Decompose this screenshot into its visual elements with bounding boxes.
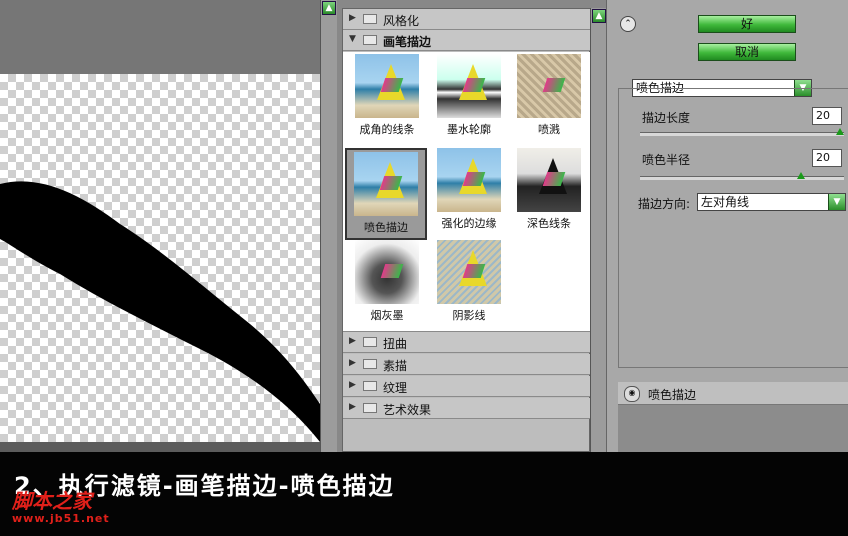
- thumb-label: 喷溅: [538, 123, 560, 136]
- folder-icon: [363, 14, 377, 24]
- scroll-up-icon[interactable]: ▲: [322, 1, 336, 15]
- collapse-arrow-icon: ▼: [349, 34, 356, 44]
- category-label: 画笔描边: [383, 35, 432, 49]
- thumb-sumi-e[interactable]: 烟灰墨: [347, 240, 427, 332]
- thumb-label: 墨水轮廓: [447, 123, 491, 136]
- watermark-title: 脚本之家: [12, 489, 92, 513]
- watermark-url: www.jb51.net: [12, 512, 110, 525]
- filter-options-group: [618, 88, 848, 368]
- thumb-label: 深色线条: [527, 217, 571, 230]
- preview-canvas[interactable]: [0, 74, 320, 442]
- site-watermark-logo: 脚本之家 www.jb51.net: [12, 490, 152, 530]
- spray-radius-slider-knob[interactable]: [796, 172, 805, 179]
- filter-list-scrollbar[interactable]: ▲: [590, 8, 607, 452]
- expand-arrow-icon: ▶: [349, 380, 356, 390]
- thumb-label: 阴影线: [452, 309, 486, 322]
- thumb-accented-edges[interactable]: 强化的边缘: [429, 148, 509, 240]
- folder-icon: [363, 337, 377, 347]
- brush-stroke-image: [0, 181, 320, 442]
- filter-list-panel: ▶ 风格化 ▼ 画笔描边 成角的线条 墨水轮廓 喷溅 喷色描边 强化的边缘 深色…: [342, 8, 590, 452]
- category-label: 纹理: [383, 381, 408, 395]
- expand-arrow-icon: ▶: [349, 336, 356, 346]
- filter-preview-image: [354, 152, 418, 216]
- filter-preview-image: [517, 54, 581, 118]
- spray-radius-input[interactable]: 20: [812, 149, 842, 167]
- chevron-down-icon: ▼: [828, 194, 845, 210]
- stroke-length-slider[interactable]: [640, 132, 844, 136]
- preview-gray-area: [0, 0, 320, 75]
- eye-icon[interactable]: ◉: [624, 386, 640, 402]
- category-brush-strokes[interactable]: ▼ 画笔描边: [343, 30, 590, 51]
- folder-icon: [363, 403, 377, 413]
- preview-scrollbar[interactable]: ▲: [320, 0, 337, 452]
- filter-thumbnails: 成角的线条 墨水轮廓 喷溅 喷色描边 强化的边缘 深色线条 烟灰墨 阴影线: [343, 52, 590, 332]
- category-distort[interactable]: ▶ 扭曲: [343, 332, 590, 353]
- expand-arrow-icon: ▶: [349, 402, 356, 412]
- category-label: 艺术效果: [383, 403, 432, 417]
- category-label: 素描: [383, 359, 408, 373]
- filter-preview-image: [437, 54, 501, 118]
- collapse-panel-icon[interactable]: ⌃: [620, 16, 636, 32]
- thumb-label: 喷色描边: [364, 221, 408, 234]
- filter-preview-image: [517, 148, 581, 212]
- folder-open-icon: [363, 35, 377, 45]
- preview-bottom-bar: [0, 442, 320, 452]
- filter-preview-image: [355, 54, 419, 118]
- folder-icon: [363, 359, 377, 369]
- filter-preview-image: [355, 240, 419, 304]
- folder-icon: [363, 381, 377, 391]
- stroke-direction-label: 描边方向:: [638, 197, 691, 211]
- category-label: 风格化: [383, 14, 420, 28]
- stroke-length-input[interactable]: 20: [812, 107, 842, 125]
- effect-layer-row[interactable]: ◉ 喷色描边: [618, 382, 848, 405]
- thumb-label: 强化的边缘: [441, 217, 497, 230]
- expand-arrow-icon: ▶: [349, 13, 356, 23]
- category-texture[interactable]: ▶ 纹理: [343, 376, 590, 397]
- thumb-crosshatch[interactable]: 阴影线: [429, 240, 509, 332]
- filter-preview-image: [437, 240, 501, 304]
- stroke-length-label: 描边长度: [642, 111, 691, 125]
- cancel-button[interactable]: 取消: [698, 43, 796, 61]
- thumb-label: 烟灰墨: [370, 309, 404, 322]
- effect-layer-name: 喷色描边: [648, 388, 697, 402]
- ok-button[interactable]: 好: [698, 15, 796, 33]
- spray-radius-label: 喷色半径: [642, 153, 691, 167]
- thumb-spatter[interactable]: 喷溅: [509, 54, 589, 146]
- stroke-direction-select[interactable]: 左对角线 ▼: [697, 193, 846, 211]
- scroll-up-icon[interactable]: ▲: [592, 9, 606, 23]
- thumb-label: 成角的线条: [359, 123, 415, 136]
- category-sketch[interactable]: ▶ 素描: [343, 354, 590, 375]
- thumb-angled-strokes[interactable]: 成角的线条: [347, 54, 427, 146]
- thumb-ink-outlines[interactable]: 墨水轮廓: [429, 54, 509, 146]
- category-artistic[interactable]: ▶ 艺术效果: [343, 398, 590, 419]
- stroke-direction-value: 左对角线: [701, 195, 750, 209]
- stroke-length-slider-knob[interactable]: [836, 128, 844, 135]
- category-stylize[interactable]: ▶ 风格化: [343, 9, 590, 30]
- filter-preview-image: [437, 148, 501, 212]
- spray-radius-slider[interactable]: [640, 176, 844, 180]
- thumb-sprayed-strokes[interactable]: 喷色描边: [345, 148, 427, 240]
- thumb-dark-strokes[interactable]: 深色线条: [509, 148, 589, 240]
- category-label: 扭曲: [383, 337, 408, 351]
- expand-arrow-icon: ▶: [349, 358, 356, 368]
